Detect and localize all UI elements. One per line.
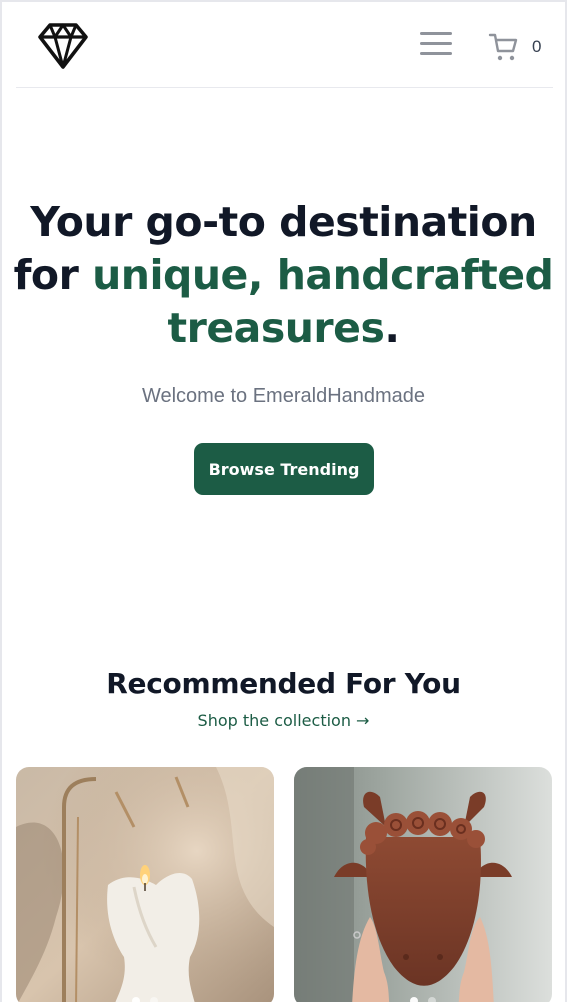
hero-title-accent: unique, handcrafted treasures bbox=[92, 251, 554, 352]
carousel-dot[interactable] bbox=[410, 997, 418, 1002]
product-image-bull-vase bbox=[294, 767, 552, 1002]
recommended-title: Recommended For You bbox=[106, 667, 461, 700]
diamond-icon[interactable] bbox=[38, 21, 88, 71]
cart-button[interactable]: 0 bbox=[488, 29, 541, 65]
hero-subtitle: Welcome to EmeraldHandmade bbox=[141, 385, 426, 407]
carousel-dot[interactable] bbox=[132, 997, 140, 1002]
hero-title-period: . bbox=[384, 304, 400, 352]
carousel-dots[interactable] bbox=[16, 997, 274, 1002]
hero-title: Your go-to destination for unique, handc… bbox=[2, 196, 565, 355]
carousel-dot[interactable] bbox=[428, 997, 436, 1002]
site-header: 0 bbox=[16, 2, 553, 88]
cart-count-badge: 0 bbox=[532, 37, 542, 56]
shop-collection-link[interactable]: Shop the collection → bbox=[2, 711, 565, 730]
product-card[interactable] bbox=[16, 767, 274, 1002]
shopping-cart-icon bbox=[488, 33, 518, 61]
carousel-dots[interactable] bbox=[294, 997, 552, 1002]
carousel-dot[interactable] bbox=[150, 997, 158, 1002]
browse-trending-button[interactable]: Browse Trending bbox=[194, 443, 374, 495]
product-image-candle bbox=[16, 767, 274, 1002]
page: 0 Your go-to destination for unique, han… bbox=[0, 0, 567, 1002]
product-card[interactable] bbox=[294, 767, 552, 1002]
hamburger-menu-icon[interactable] bbox=[418, 28, 454, 62]
